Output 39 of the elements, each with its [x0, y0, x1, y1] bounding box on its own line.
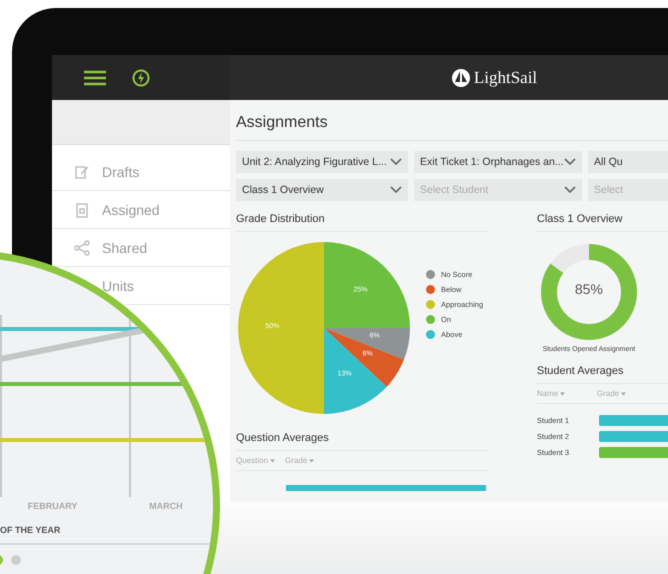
clipboard-icon	[74, 202, 90, 218]
sort-dropdown[interactable]: Question	[236, 456, 276, 465]
section-heading: Grade Distribution	[236, 211, 489, 232]
sidebar-item-label: Assigned	[102, 202, 160, 218]
section-heading: Student Averages	[536, 363, 668, 384]
sort-dropdown[interactable]: Grade	[596, 389, 626, 398]
caret-down-icon	[621, 392, 626, 396]
dropdown-select[interactable]: Select	[588, 179, 668, 201]
month-label: MARCH	[148, 501, 184, 511]
logo-text: LightSail	[474, 68, 538, 88]
sidebar-item-label: Drafts	[102, 164, 140, 180]
menu-icon[interactable]	[84, 70, 106, 86]
donut-percentage: 85%	[574, 281, 604, 297]
pager-dot[interactable]	[11, 555, 21, 565]
caret-down-icon	[270, 458, 276, 462]
sort-dropdown[interactable]: Name	[536, 389, 587, 398]
sail-logo-icon	[450, 68, 471, 88]
pencil-note-icon	[74, 164, 90, 180]
caret-down-icon	[309, 458, 314, 462]
chevron-down-icon	[564, 186, 576, 194]
section-heading: Class 1 Overview	[536, 211, 668, 232]
chart-caption: OF THE YEAR	[0, 511, 213, 545]
chevron-down-icon	[390, 186, 402, 194]
dropdown-select[interactable]: Unit 2: Analyzing Figurative L...	[236, 151, 408, 173]
lightning-bolt-icon[interactable]	[132, 68, 150, 86]
chevron-down-icon	[390, 158, 402, 166]
section-heading: Question Averages	[236, 430, 489, 451]
dropdown-select[interactable]: All Qu	[588, 151, 668, 173]
dropdown-select[interactable]: Exit Ticket 1: Orphanages an...	[414, 151, 582, 173]
page-title: Assignments	[236, 114, 668, 141]
month-label: FEBRUARY	[26, 501, 78, 511]
share-icon	[74, 240, 90, 256]
dropdown-select[interactable]: Select Student	[414, 179, 582, 201]
sort-dropdown[interactable]: Grade	[285, 456, 314, 465]
sidebar-item-label: Units	[102, 278, 134, 294]
sidebar-item-label: Shared	[102, 240, 148, 256]
caret-down-icon	[560, 392, 566, 396]
dropdown-select[interactable]: Class 1 Overview	[236, 179, 408, 201]
chevron-down-icon	[564, 158, 576, 166]
